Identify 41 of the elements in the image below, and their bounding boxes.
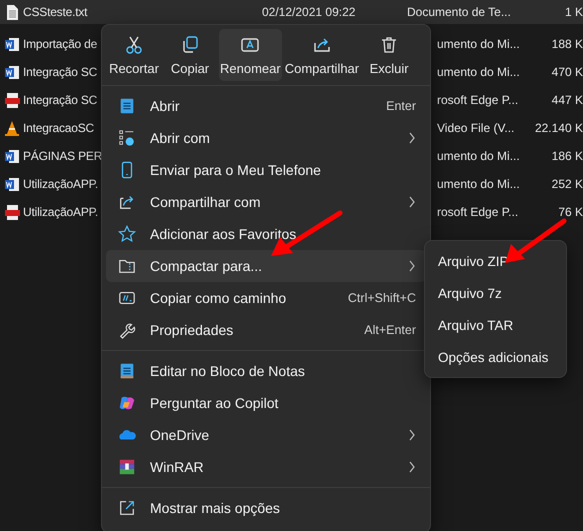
menu-item-label: Adicionar aos Favoritos [150,226,298,242]
menu-item-label: WinRAR [150,459,205,475]
shortcut-text: Alt+Enter [364,323,416,337]
file-size: 470 K [552,65,583,79]
file-size: 447 K [552,93,583,107]
file-type: umento do Mi... [437,149,520,163]
file-name: UtilizaçãoAPP. [23,205,98,219]
shortcut-text: Enter [386,99,416,113]
shortcut-text: Ctrl+Shift+C [348,291,416,305]
file-type: umento do Mi... [437,65,520,79]
file-size: 186 K [552,149,583,163]
file-type: rosoft Edge P... [437,205,518,219]
file-type: Video File (V... [437,121,514,135]
file-name: CSSteste.txt [23,5,88,19]
file-size: 252 K [552,177,583,191]
file-name: Importação de [23,37,98,51]
file-size: 1 K [564,5,583,19]
file-name: UtilizaçãoAPP. [23,177,98,191]
file-size: 22.140 K [534,121,583,135]
file-date: 02/12/2021 09:22 [262,5,356,19]
file-type: umento do Mi... [437,177,520,191]
menu-item-label: Copiar como caminho [150,290,288,306]
file-type: Documento de Te... [407,5,511,19]
menu-item-label: Mostrar mais opções [150,500,281,516]
file-name: PÁGINAS PER [23,149,102,163]
menu-item-label: Enviar para o Meu Telefone [150,162,322,178]
file-name: IntegracaoSC [23,121,94,135]
file-name: Integração SC [23,65,98,79]
file-type: rosoft Edge P... [437,93,518,107]
menu-item-label: Compartilhar com [150,194,262,210]
menu-item-label: Propriedades [150,322,234,338]
menu-item-label: Compactar para... [150,258,264,274]
menu-item-label: Editar no Bloco de Notas [150,363,306,379]
file-name: Integração SC [23,93,98,107]
file-size: 76 K [558,205,583,219]
menu-item-label: Abrir [150,98,181,114]
menu-item-label: Abrir com [150,130,211,146]
file-size: 188 K [552,37,583,51]
menu-item-label: OneDrive [150,427,210,443]
file-type: umento do Mi... [437,37,520,51]
menu-item-label: Perguntar ao Copilot [150,395,280,411]
